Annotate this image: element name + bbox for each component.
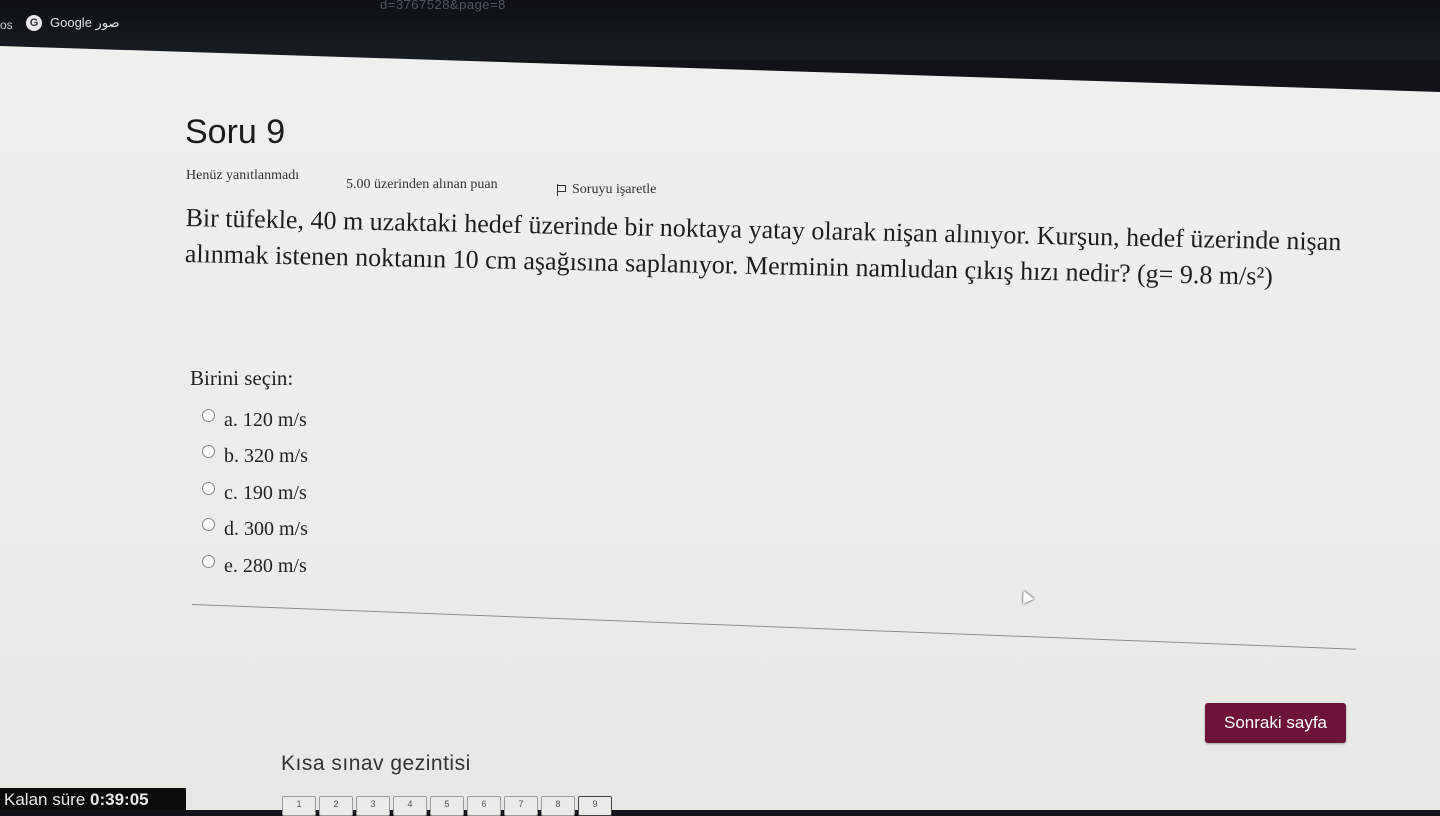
url-text[interactable]: d=3767528&page=8 — [380, 0, 506, 12]
browser-bar: d=3767528&page=8 os G Google صور — [0, 0, 1440, 60]
timer-label: Kalan süre — [4, 790, 86, 809]
tab-fragment[interactable]: os — [0, 18, 13, 32]
answer-option-c[interactable]: c. 190 m/s — [202, 475, 308, 512]
choose-label: Birini seçin: — [190, 366, 294, 390]
answer-option-e[interactable]: e. 280 m/s — [202, 548, 308, 585]
answer-option-a[interactable]: a. 120 m/s — [202, 402, 308, 439]
question-nav-button[interactable]: 3 — [356, 796, 390, 816]
flag-question-link[interactable]: Soruyu işaretle — [556, 182, 656, 198]
bookmark-google[interactable]: G Google صور — [26, 15, 120, 31]
question-nav-button[interactable]: 6 — [467, 796, 501, 816]
timer-value: 0:39:05 — [90, 790, 149, 809]
next-page-button[interactable]: Sonraki sayfa — [1205, 703, 1346, 743]
question-points: 5.00 üzerinden alınan puan — [346, 177, 498, 192]
answer-option-b[interactable]: b. 320 m/s — [202, 439, 308, 476]
question-nav-button[interactable]: 8 — [541, 796, 575, 816]
question-navigation: 1 2 3 4 5 6 7 8 9 — [282, 796, 612, 816]
option-label: c. 190 m/s — [224, 481, 307, 504]
answer-option-d[interactable]: d. 300 m/s — [202, 512, 308, 549]
radio-button[interactable] — [202, 554, 215, 568]
option-label: e. 280 m/s — [224, 554, 307, 577]
question-nav-button[interactable]: 9 — [578, 796, 612, 816]
option-label: a. 120 m/s — [224, 408, 307, 431]
flag-icon — [556, 184, 566, 196]
question-title: Soru 9 — [185, 113, 286, 151]
google-icon: G — [26, 15, 42, 31]
question-nav-button[interactable]: 7 — [504, 796, 538, 816]
radio-button[interactable] — [202, 408, 215, 422]
radio-button[interactable] — [202, 481, 215, 495]
option-label: d. 300 m/s — [224, 518, 308, 541]
bookmark-label: Google صور — [50, 15, 120, 30]
radio-button[interactable] — [202, 518, 215, 532]
question-nav-button[interactable]: 4 — [393, 796, 427, 816]
quiz-navigation-title: Kısa sınav gezintisi — [281, 752, 471, 775]
question-nav-button[interactable]: 5 — [430, 796, 464, 816]
question-status: Henüz yanıtlanmadı — [186, 168, 300, 183]
radio-button[interactable] — [202, 445, 215, 459]
question-nav-button[interactable]: 1 — [282, 796, 316, 816]
time-remaining: Kalan süre 0:39:05 — [0, 788, 186, 810]
answer-options: a. 120 m/s b. 320 m/s c. 190 m/s d. 300 … — [202, 402, 308, 585]
flag-label: Soruyu işaretle — [572, 182, 657, 197]
option-label: b. 320 m/s — [224, 445, 308, 468]
question-nav-button[interactable]: 2 — [319, 796, 353, 816]
